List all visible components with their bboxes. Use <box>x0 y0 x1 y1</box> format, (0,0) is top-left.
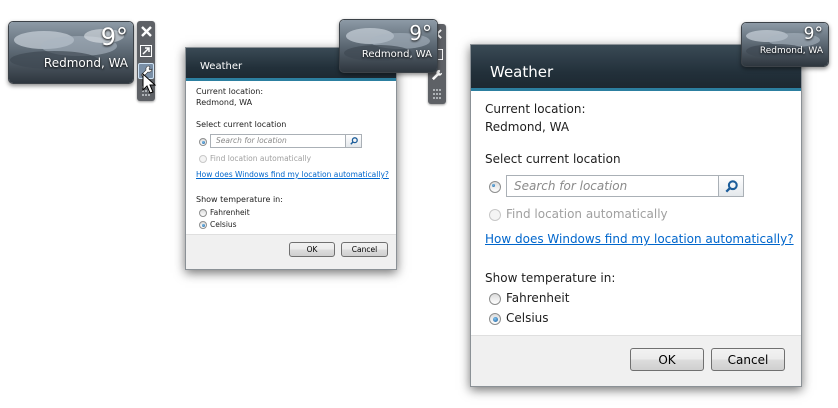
dialog-footer: OK Cancel <box>186 234 396 269</box>
dialog-footer: OK Cancel <box>471 335 801 386</box>
fahrenheit-radio[interactable] <box>199 209 207 217</box>
weather-options-dialog-small: Weather Current location: Redmond, WA Se… <box>185 47 397 270</box>
search-location-radio[interactable] <box>199 138 207 146</box>
search-icon[interactable] <box>718 176 743 196</box>
search-input[interactable]: Search for location <box>210 134 362 148</box>
fahrenheit-radio[interactable] <box>489 293 501 305</box>
temperature-text: 9° <box>803 24 823 44</box>
celsius-radio[interactable] <box>199 221 207 229</box>
celsius-label: Celsius <box>506 311 549 325</box>
close-icon[interactable] <box>138 23 154 39</box>
drag-grip-icon[interactable] <box>429 86 445 102</box>
location-text: Redmond, WA <box>759 46 823 56</box>
temperature-unit-label: Show temperature in: <box>485 271 616 285</box>
ok-button[interactable]: OK <box>630 348 704 371</box>
help-link[interactable]: How does Windows find my location automa… <box>196 170 389 179</box>
mouse-cursor-icon <box>142 73 156 94</box>
search-placeholder: Search for location <box>216 136 287 145</box>
dialog-title: Weather <box>200 61 243 72</box>
location-text: Redmond, WA <box>361 49 432 60</box>
ok-button[interactable]: OK <box>289 242 335 257</box>
temperature-text: 9° <box>409 21 432 45</box>
current-location-label: Current location: <box>196 87 264 96</box>
search-input[interactable]: Search for location <box>506 175 744 197</box>
cancel-button[interactable]: Cancel <box>711 348 785 371</box>
cancel-button[interactable]: Cancel <box>341 242 388 257</box>
larger-size-icon[interactable] <box>138 43 154 59</box>
dialog-title: Weather <box>490 63 554 81</box>
weather-gadget-small[interactable]: 9° Redmond, WA <box>8 21 134 84</box>
temperature-text: 9° <box>100 23 128 51</box>
fahrenheit-label: Fahrenheit <box>210 208 250 217</box>
temperature-unit-label: Show temperature in: <box>196 195 283 204</box>
find-automatically-radio[interactable] <box>489 209 501 221</box>
search-icon[interactable] <box>345 135 361 147</box>
search-placeholder: Search for location <box>514 179 628 193</box>
current-location-value: Redmond, WA <box>485 120 570 134</box>
select-location-label: Select current location <box>196 120 287 129</box>
celsius-label: Celsius <box>210 220 237 229</box>
weather-gadget-large[interactable]: 9° Redmond, WA <box>741 22 829 67</box>
weather-options-dialog-large: Weather Current location: Redmond, WA Se… <box>470 44 802 387</box>
weather-gadget-middle[interactable]: 9° Redmond, WA <box>339 19 438 73</box>
fahrenheit-label: Fahrenheit <box>506 291 570 305</box>
location-text: Redmond, WA <box>43 56 128 70</box>
select-location-label: Select current location <box>485 152 621 166</box>
celsius-radio[interactable] <box>489 313 501 325</box>
current-location-label: Current location: <box>485 102 586 116</box>
find-automatically-label: Find location automatically <box>210 154 312 163</box>
help-link[interactable]: How does Windows find my location automa… <box>485 232 794 246</box>
current-location-value: Redmond, WA <box>196 98 253 107</box>
search-location-radio[interactable] <box>489 181 501 193</box>
find-automatically-radio[interactable] <box>199 155 207 163</box>
find-automatically-label: Find location automatically <box>506 207 668 221</box>
